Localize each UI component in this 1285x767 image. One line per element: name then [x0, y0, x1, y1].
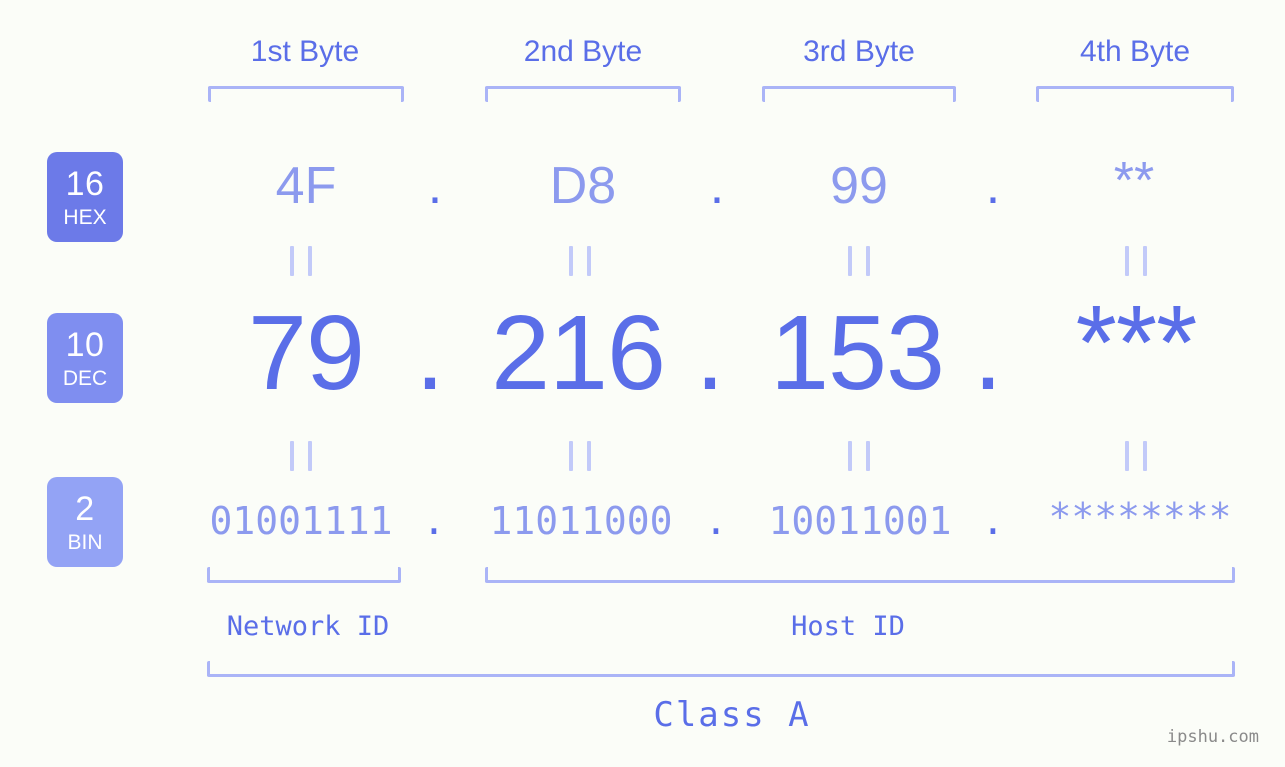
byte-header-3: 3rd Byte: [803, 35, 915, 68]
byte-bracket-top-4: [1036, 86, 1234, 102]
equals-connector-dec-bin-3: [848, 441, 870, 471]
hex-byte-4: **: [1113, 152, 1155, 210]
class-bracket: [207, 661, 1235, 677]
byte-header-1: 1st Byte: [250, 35, 360, 68]
equals-connector-hex-dec-4: [1125, 246, 1147, 276]
dec-byte-2: 216: [491, 294, 666, 412]
dec-byte-1: 79: [248, 294, 365, 412]
bin-separator-2: .: [704, 499, 728, 543]
host-id-label: Host ID: [791, 611, 905, 642]
dec-separator-1: .: [415, 294, 445, 412]
base-badge-bin-name: BIN: [67, 530, 103, 554]
byte-bracket-top-1: [208, 86, 404, 102]
bin-byte-2: 11011000: [489, 499, 673, 543]
base-badge-dec: 10 DEC: [47, 313, 123, 403]
dec-separator-2: .: [695, 294, 725, 412]
bin-byte-3: 10011001: [768, 499, 952, 543]
host-id-bracket: [485, 567, 1235, 583]
base-badge-hex-number: 16: [65, 164, 105, 203]
hex-separator-1: .: [427, 157, 443, 215]
bin-byte-1: 01001111: [209, 499, 393, 543]
base-badge-hex-name: HEX: [63, 205, 107, 229]
hex-separator-3: .: [985, 157, 1001, 215]
network-id-label: Network ID: [226, 611, 390, 642]
ip-address-breakdown-diagram: 1st Byte 2nd Byte 3rd Byte 4th Byte 16 H…: [0, 0, 1285, 767]
equals-connector-dec-bin-4: [1125, 441, 1147, 471]
network-id-bracket: [207, 567, 401, 583]
equals-connector-hex-dec-1: [290, 246, 312, 276]
hex-byte-2: D8: [549, 157, 617, 215]
base-badge-bin: 2 BIN: [47, 477, 123, 567]
base-badge-dec-name: DEC: [62, 366, 108, 390]
dec-byte-4: ***: [1075, 284, 1198, 402]
bin-separator-3: .: [981, 499, 1005, 543]
byte-bracket-top-3: [762, 86, 956, 102]
byte-bracket-top-2: [485, 86, 681, 102]
site-watermark: ipshu.com: [1166, 727, 1259, 747]
dec-separator-3: .: [973, 294, 1003, 412]
bin-separator-1: .: [422, 499, 446, 543]
equals-connector-dec-bin-1: [290, 441, 312, 471]
hex-separator-2: .: [709, 157, 725, 215]
equals-connector-hex-dec-2: [569, 246, 591, 276]
hex-byte-1: 4F: [275, 157, 337, 215]
hex-byte-3: 99: [830, 157, 888, 215]
bin-byte-4: ********: [1048, 495, 1232, 539]
base-badge-dec-number: 10: [65, 325, 105, 364]
base-badge-bin-number: 2: [75, 489, 95, 528]
byte-header-4: 4th Byte: [1079, 35, 1191, 68]
class-label: Class A: [653, 695, 811, 735]
base-badge-hex: 16 HEX: [47, 152, 123, 242]
dec-byte-3: 153: [770, 294, 945, 412]
byte-header-2: 2nd Byte: [523, 35, 643, 68]
equals-connector-dec-bin-2: [569, 441, 591, 471]
equals-connector-hex-dec-3: [848, 246, 870, 276]
